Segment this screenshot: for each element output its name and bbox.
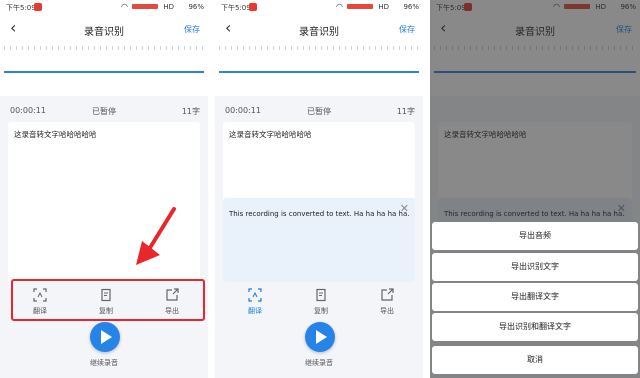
save-button[interactable]: 保存 xyxy=(184,24,200,35)
screen-1: 下午5:09 ◠ HD 96% ‹ 录音识别 保存 00:00:11 已暂停 1… xyxy=(0,0,208,378)
page-title: 录音识别 xyxy=(84,27,124,38)
battery-level: 96% xyxy=(403,3,419,11)
character-count: 11字 xyxy=(396,107,415,116)
status-hd: HD xyxy=(163,3,174,11)
wifi-icon: ◠ xyxy=(336,2,343,11)
app-header: ‹ 录音识别 保存 xyxy=(215,14,423,44)
status-bar: 下午5:09 ◠ HD 96% xyxy=(215,0,423,14)
signal-bars-icon xyxy=(347,4,373,9)
close-icon[interactable]: ✕ xyxy=(400,203,409,214)
translate-icon xyxy=(248,288,262,302)
recording-state: 已暂停 xyxy=(307,107,331,116)
screen-3: 下午5:09 ◠ HD 96% ‹ 录音识别 保存 这录音转文字哈哈哈哈哈 Th… xyxy=(430,0,640,378)
app-notification-icon xyxy=(34,3,42,11)
play-button[interactable] xyxy=(305,322,335,352)
export-both-option[interactable]: 导出识别和翻译文字 xyxy=(432,313,638,341)
status-bar: 下午5:09 ◠ HD 96% xyxy=(0,0,208,14)
app-header: ‹ 录音识别 保存 xyxy=(0,14,208,44)
status-time: 下午5:09 xyxy=(6,4,36,12)
translate-button[interactable]: 翻译 xyxy=(235,286,275,320)
waveform-line xyxy=(4,71,204,73)
copy-button[interactable]: 复制 xyxy=(301,286,341,320)
play-button[interactable] xyxy=(90,322,120,352)
character-count: 11字 xyxy=(181,107,200,116)
recording-state: 已暂停 xyxy=(92,107,116,116)
translation-box: This recording is converted to text. Ha … xyxy=(223,198,415,282)
recording-info: 00:00:11 已暂停 11字 xyxy=(0,102,208,120)
transcript-text: 这录音转文字哈哈哈哈哈 xyxy=(14,130,97,139)
waveform xyxy=(215,44,423,96)
transcript-text: 这录音转文字哈哈哈哈哈 xyxy=(229,130,312,139)
continue-recording-label: 继续录音 xyxy=(90,359,118,367)
export-icon xyxy=(381,288,394,301)
recording-info: 00:00:11 已暂停 11字 xyxy=(215,102,423,120)
waveform xyxy=(0,44,208,96)
export-audio-option[interactable]: 导出音频 xyxy=(432,222,638,250)
translation-text: This recording is converted to text. Ha … xyxy=(229,210,410,218)
action-toolbar: 翻译 复制 导出 xyxy=(215,286,423,320)
status-time: 下午5:09 xyxy=(221,4,251,12)
export-translated-text-option[interactable]: 导出翻译文字 xyxy=(432,283,638,311)
cancel-button[interactable]: 取消 xyxy=(432,346,638,374)
screen-2: 下午5:09 ◠ HD 96% ‹ 录音识别 保存 00:00:11 已暂停 1… xyxy=(215,0,423,378)
export-recognized-text-option[interactable]: 导出识别文字 xyxy=(432,253,638,281)
page-title: 录音识别 xyxy=(299,27,339,38)
save-button[interactable]: 保存 xyxy=(399,24,415,35)
waveform-line xyxy=(219,71,419,73)
translate-label: 翻译 xyxy=(248,307,262,315)
signal-bars-icon xyxy=(132,4,158,9)
play-icon xyxy=(101,330,112,344)
play-icon xyxy=(316,330,327,344)
app-notification-icon xyxy=(249,3,257,11)
copy-icon xyxy=(316,288,326,302)
highlight-box xyxy=(11,279,205,321)
battery-level: 96% xyxy=(188,3,204,11)
waveform-ticks xyxy=(219,46,419,50)
copy-label: 复制 xyxy=(314,307,328,315)
red-arrow-icon xyxy=(136,207,176,265)
continue-recording-label: 继续录音 xyxy=(305,359,333,367)
export-button[interactable]: 导出 xyxy=(367,286,407,320)
status-hd: HD xyxy=(378,3,389,11)
waveform-ticks xyxy=(4,46,204,50)
export-label: 导出 xyxy=(380,307,394,315)
wifi-icon: ◠ xyxy=(121,2,128,11)
